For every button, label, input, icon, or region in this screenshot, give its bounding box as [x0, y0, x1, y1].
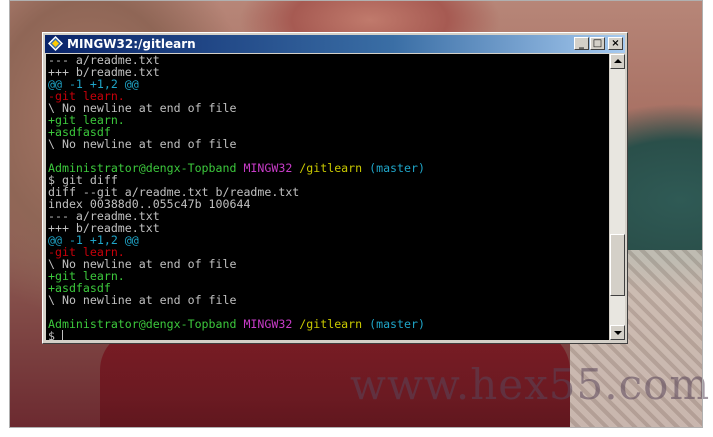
close-button[interactable]: × [608, 37, 623, 50]
mingw-app-icon[interactable] [48, 36, 63, 51]
window-title: MINGW32:/gitlearn [67, 37, 196, 51]
terminal-line: \ No newline at end of file [46, 258, 609, 270]
terminal-text-segment: MINGW32 [243, 161, 300, 175]
minimize-button[interactable]: _ [574, 37, 589, 50]
terminal-line: \ No newline at end of file [46, 294, 609, 306]
terminal-text-segment: \ No newline at end of file [48, 137, 237, 151]
terminal-text-segment: $ [48, 329, 62, 340]
text-cursor [61, 330, 63, 340]
terminal-text-segment: (master) [369, 161, 425, 175]
scroll-down-button[interactable] [610, 325, 625, 340]
arrow-up-icon [614, 59, 622, 63]
watermark-text: www.hex55.com [350, 360, 711, 409]
terminal-window[interactable]: MINGW32:/gitlearn _ □ × --- a/readme.txt… [42, 32, 628, 344]
terminal-text-segment: Administrator@dengx-Topband [48, 317, 244, 331]
maximize-button[interactable]: □ [590, 37, 605, 50]
terminal-line: Administrator@dengx-Topband MINGW32 /git… [46, 318, 609, 330]
terminal-line: \ No newline at end of file [46, 102, 609, 114]
terminal-line: \ No newline at end of file [46, 138, 609, 150]
arrow-down-icon [614, 331, 622, 335]
scroll-thumb[interactable] [610, 233, 625, 296]
terminal-line: $ [46, 330, 609, 340]
terminal-text-segment: (master) [369, 317, 425, 331]
title-bar[interactable]: MINGW32:/gitlearn _ □ × [45, 35, 625, 53]
terminal-output[interactable]: --- a/readme.txt +++ b/readme.txt @@ -1 +1… [46, 54, 609, 340]
terminal-line: +git learn. [46, 114, 609, 126]
terminal-line: Administrator@dengx-Topband MINGW32 /git… [46, 162, 609, 174]
terminal-text-segment: \ No newline at end of file [48, 293, 237, 307]
terminal-text-segment: /gitlearn [299, 317, 370, 331]
terminal-text-segment: /gitlearn [299, 161, 370, 175]
terminal-line: +git learn. [46, 270, 609, 282]
scroll-up-button[interactable] [610, 54, 625, 69]
terminal-line: @@ -1 +1,2 @@ [46, 78, 609, 90]
vertical-scrollbar[interactable] [610, 54, 625, 340]
terminal-line: @@ -1 +1,2 @@ [46, 234, 609, 246]
terminal-text-segment: MINGW32 [243, 317, 300, 331]
